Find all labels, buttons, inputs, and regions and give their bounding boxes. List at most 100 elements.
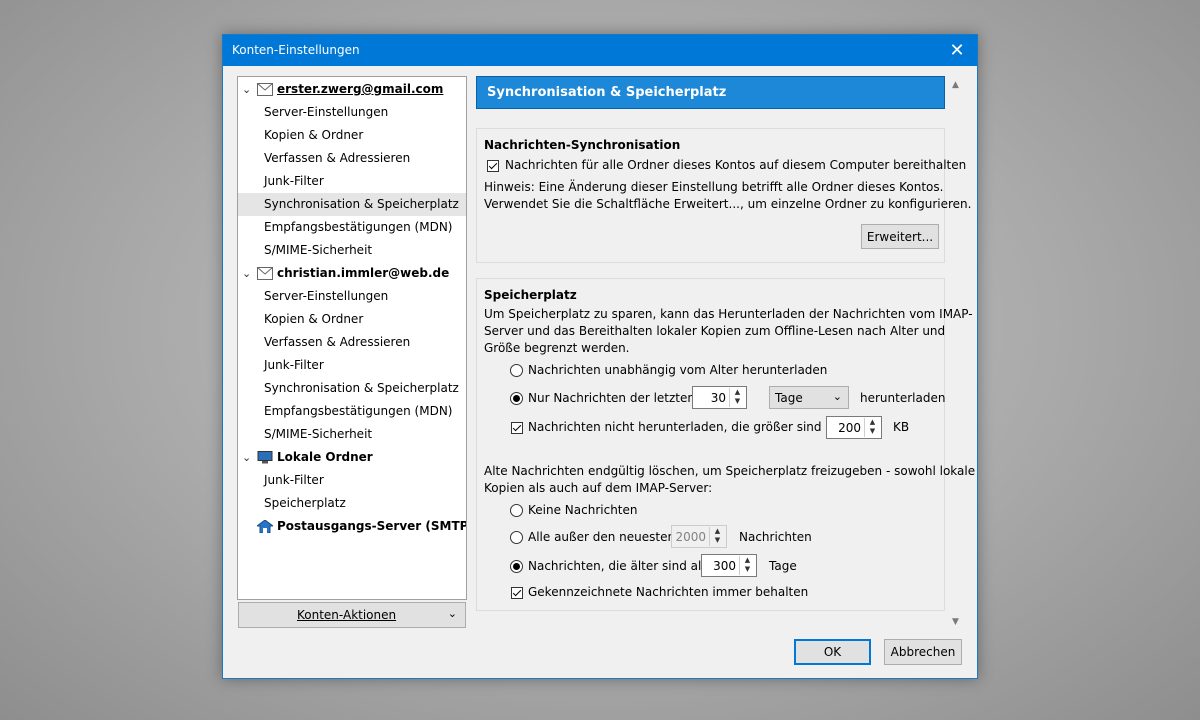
tree-item-sync-storage[interactable]: Synchronisation & Speicherplatz [238, 377, 466, 400]
chevron-down-icon[interactable]: ⌄ [242, 446, 251, 469]
older-days-suffix: Tage [769, 559, 797, 573]
tree-item-copies-folders[interactable]: Kopien & Ordner [238, 308, 466, 331]
tree-item-junk[interactable]: Junk-Filter [238, 354, 466, 377]
tree-item-label: Verfassen & Adressieren [264, 335, 411, 349]
tree-item-server-settings[interactable]: Server-Einstellungen [238, 285, 466, 308]
tree-item-label: Junk-Filter [264, 358, 324, 372]
tree-account-label: Postausgangs-Server (SMTP) [277, 519, 467, 533]
account-actions-label: Konten-Aktionen [297, 608, 397, 622]
tree-local-folders[interactable]: ⌄ Lokale Ordner [238, 446, 466, 469]
tree-item-junk[interactable]: Junk-Filter [238, 469, 466, 492]
last-days-value: 30 [710, 391, 726, 405]
scroll-down-icon[interactable]: ▼ [952, 617, 959, 627]
tree-item-label: S/MIME-Sicherheit [264, 427, 373, 441]
tree-smtp-server[interactable]: Postausgangs-Server (SMTP) [238, 515, 466, 538]
outbox-server-icon [257, 520, 273, 533]
download-last-radio[interactable] [510, 392, 523, 405]
delete-none-label: Keine Nachrichten [528, 503, 638, 517]
chevron-down-icon: ⌄ [832, 390, 842, 403]
spin-arrows-icon[interactable]: ▲ ▼ [864, 418, 880, 437]
tree-item-label: Empfangsbestätigungen (MDN) [264, 404, 453, 418]
storage-group: Speicherplatz Um Speicherplatz zu sparen… [476, 278, 975, 611]
size-limit-stepper[interactable]: 200 ▲ ▼ [826, 416, 882, 439]
keep-messages-label: Nachrichten für alle Ordner dieses Konto… [505, 158, 967, 172]
download-last-label: Nur Nachrichten der letzten [528, 391, 696, 405]
tree-item-label: Server-Einstellungen [264, 289, 389, 303]
keep-newest-value: 2000 [675, 530, 706, 544]
sync-hint-line1: Hinweis: Eine Änderung dieser Einstellun… [484, 180, 944, 194]
storage-header: Speicherplatz [484, 288, 577, 302]
account-actions-button[interactable]: Konten-Aktionen ⌄ [238, 602, 466, 628]
advanced-button-label: Erweitert... [866, 229, 934, 244]
time-unit-value: Tage [775, 391, 803, 405]
computer-icon [257, 451, 273, 464]
tree-item-label: Synchronisation & Speicherplatz [264, 197, 459, 211]
download-suffix-label: herunterladen [860, 391, 946, 405]
tree-item-label: Verfassen & Adressieren [264, 151, 411, 165]
tree-account-gmail[interactable]: ⌄ erster.zwerg@gmail.com [238, 78, 466, 101]
last-days-stepper[interactable]: 30 ▲ ▼ [692, 386, 747, 409]
panel-title: Synchronisation & Speicherplatz [487, 85, 727, 100]
download-all-radio[interactable] [510, 364, 523, 377]
chevron-down-icon: ⌄ [447, 607, 457, 620]
tree-item-sync-storage[interactable]: Synchronisation & Speicherplatz [238, 193, 466, 216]
title-bar: Konten-Einstellungen ✕ [223, 35, 977, 66]
size-unit-label: KB [893, 420, 910, 434]
tree-item-smime[interactable]: S/MIME-Sicherheit [238, 239, 466, 262]
tree-item-composition[interactable]: Verfassen & Adressieren [238, 147, 466, 170]
tree-item-label: Kopien & Ordner [264, 312, 364, 326]
size-limit-checkbox[interactable] [511, 422, 523, 434]
account-settings-dialog: Konten-Einstellungen ✕ ⌄ erster.zwerg@gm… [222, 34, 978, 679]
tree-item-label: Kopien & Ordner [264, 128, 364, 142]
sync-group: Nachrichten-Synchronisation Nachrichten … [476, 128, 971, 263]
tree-item-label: Speicherplatz [264, 496, 346, 510]
tree-item-junk[interactable]: Junk-Filter [238, 170, 466, 193]
tree-item-smime[interactable]: S/MIME-Sicherheit [238, 423, 466, 446]
sync-header: Nachrichten-Synchronisation [484, 138, 681, 152]
cancel-button[interactable]: Abbrechen [884, 639, 962, 665]
delete-none-radio[interactable] [510, 504, 523, 517]
spin-arrows-icon[interactable]: ▲ ▼ [709, 527, 725, 546]
cancel-button-label: Abbrechen [890, 645, 956, 659]
delete-older-label: Nachrichten, die älter sind als [528, 559, 708, 573]
older-days-value: 300 [713, 559, 736, 573]
close-icon[interactable]: ✕ [937, 35, 977, 66]
tree-account-webde[interactable]: ⌄ christian.immler@web.de [238, 262, 466, 285]
older-days-stepper[interactable]: 300 ▲ ▼ [701, 554, 757, 577]
tree-item-storage[interactable]: Speicherplatz [238, 492, 466, 515]
size-limit-label: Nachrichten nicht herunterladen, die grö… [528, 420, 843, 434]
mail-envelope-icon [257, 83, 273, 96]
mail-envelope-icon [257, 267, 273, 280]
storage-desc-line3: Größe begrenzt werden. [484, 341, 630, 355]
tree-item-label: S/MIME-Sicherheit [264, 243, 373, 257]
keep-newest-suffix: Nachrichten [739, 530, 812, 544]
advanced-button[interactable]: Erweitert... [861, 224, 939, 249]
delete-older-radio[interactable] [510, 560, 523, 573]
keep-flagged-label: Gekennzeichnete Nachrichten immer behalt… [528, 585, 809, 599]
tree-account-label: christian.immler@web.de [277, 266, 450, 280]
keep-newest-stepper[interactable]: 2000 ▲ ▼ [671, 525, 727, 548]
ok-button[interactable]: OK [794, 639, 871, 665]
tree-item-receipts[interactable]: Empfangsbestätigungen (MDN) [238, 216, 466, 239]
tree-item-label: Empfangsbestätigungen (MDN) [264, 220, 453, 234]
keep-flagged-checkbox[interactable] [511, 587, 523, 599]
time-unit-select[interactable]: Tage ⌄ [769, 386, 849, 409]
keep-messages-checkbox[interactable] [487, 160, 499, 172]
account-tree: ⌄ erster.zwerg@gmail.com Server-Einstell… [237, 76, 467, 600]
tree-item-label: Junk-Filter [264, 473, 324, 487]
spin-arrows-icon[interactable]: ▲ ▼ [739, 556, 755, 575]
scroll-up-icon[interactable]: ▲ [952, 80, 959, 90]
storage-desc-line1: Um Speicherplatz zu sparen, kann das Her… [484, 307, 973, 321]
tree-item-receipts[interactable]: Empfangsbestätigungen (MDN) [238, 400, 466, 423]
size-limit-value: 200 [838, 421, 861, 435]
delete-except-radio[interactable] [510, 531, 523, 544]
panel-title-banner: Synchronisation & Speicherplatz [476, 76, 945, 109]
tree-item-server-settings[interactable]: Server-Einstellungen [238, 101, 466, 124]
tree-account-label: Lokale Ordner [277, 450, 373, 464]
ok-button-label: OK [823, 645, 842, 659]
chevron-down-icon[interactable]: ⌄ [242, 262, 251, 285]
spin-arrows-icon[interactable]: ▲ ▼ [729, 388, 745, 407]
chevron-down-icon[interactable]: ⌄ [242, 78, 251, 101]
tree-item-composition[interactable]: Verfassen & Adressieren [238, 331, 466, 354]
tree-item-copies-folders[interactable]: Kopien & Ordner [238, 124, 466, 147]
